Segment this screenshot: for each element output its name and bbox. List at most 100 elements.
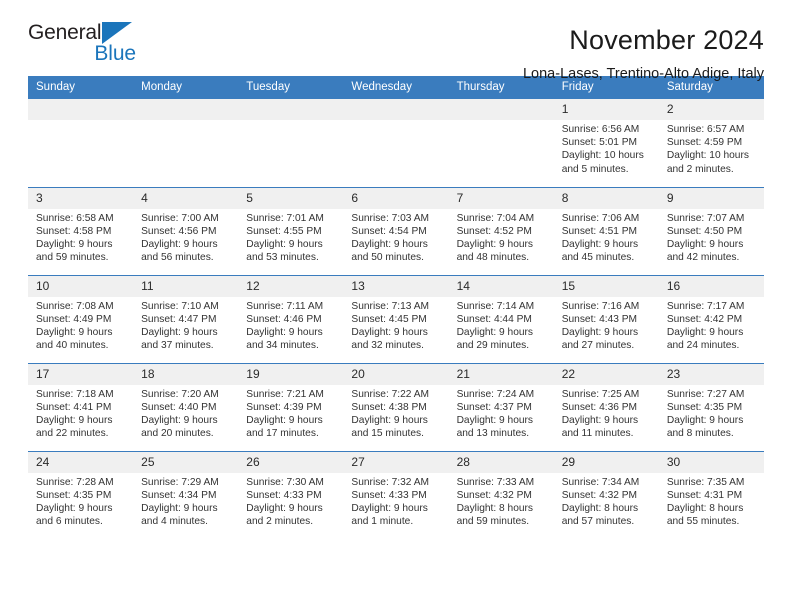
calendar-day-cell[interactable]: 16 Sunrise: 7:17 AM Sunset: 4:42 PM Dayligh…	[658, 274, 764, 363]
day-number	[28, 99, 134, 120]
calendar-day-cell[interactable]: 14 Sunrise: 7:14 AM Sunset: 4:44 PM Dayligh…	[448, 274, 554, 363]
sunset-text: Sunset: 4:33 PM	[246, 489, 322, 501]
daylight-text-line2: and 57 minutes.	[561, 516, 635, 528]
day-number: 18	[133, 363, 239, 385]
sunrise-text: Sunrise: 7:08 AM	[36, 300, 114, 312]
calendar-day-cell[interactable]: 5 Sunrise: 7:01 AM Sunset: 4:55 PM Daylight…	[238, 186, 344, 275]
daylight-text-line2: and 11 minutes.	[561, 428, 634, 440]
sunrise-text: Sunrise: 6:57 AM	[666, 124, 745, 135]
sunrise-text: Sunrise: 7:16 AM	[561, 300, 640, 312]
day-number: 29	[553, 451, 659, 473]
daylight-text-line1: Daylight: 9 hours	[36, 326, 113, 338]
sunset-text: Sunset: 4:35 PM	[666, 401, 743, 413]
calendar-day-cell[interactable]: 23 Sunrise: 7:27 AM Sunset: 4:35 PM Dayligh…	[658, 362, 764, 451]
calendar-day-cell[interactable]: 27 Sunrise: 7:32 AM Sunset: 4:33 PM Dayligh…	[343, 450, 449, 539]
day-number: 7	[448, 187, 554, 209]
day-number: 15	[553, 275, 659, 297]
calendar-week-row: 3 Sunrise: 6:58 AM Sunset: 4:58 PM Daylight…	[28, 186, 764, 275]
calendar-week-row: 1 Sunrise: 6:56 AM Sunset: 5:01 PM Daylight…	[28, 99, 764, 187]
day-details: Sunrise: 7:00 AM Sunset: 4:56 PM Daylight:…	[133, 209, 238, 265]
sunrise-text: Sunrise: 7:34 AM	[561, 476, 640, 488]
daylight-text-line2: and 55 minutes.	[666, 516, 740, 528]
calendar-day-cell[interactable]: 8 Sunrise: 7:06 AM Sunset: 4:51 PM Daylight…	[553, 186, 659, 275]
sunrise-text: Sunrise: 7:07 AM	[666, 212, 745, 224]
calendar-day-cell[interactable]: 15 Sunrise: 7:16 AM Sunset: 4:43 PM Dayligh…	[553, 274, 659, 363]
calendar-day-cell[interactable]: 22 Sunrise: 7:25 AM Sunset: 4:36 PM Dayligh…	[553, 362, 659, 451]
daylight-text-line1: Daylight: 9 hours	[246, 238, 323, 250]
daylight-text-line2: and 6 minutes.	[36, 516, 103, 528]
calendar-day-cell[interactable]: 11 Sunrise: 7:10 AM Sunset: 4:47 PM Dayligh…	[133, 274, 239, 363]
daylight-text-line1: Daylight: 8 hours	[561, 502, 639, 514]
daylight-text-line1: Daylight: 9 hours	[666, 238, 744, 250]
daylight-text-line2: and 15 minutes.	[351, 428, 424, 440]
day-number: 10	[28, 275, 134, 297]
calendar-day-cell[interactable]: 6 Sunrise: 7:03 AM Sunset: 4:54 PM Daylight…	[343, 186, 449, 275]
daylight-text-line1: Daylight: 9 hours	[666, 326, 744, 338]
calendar-day-cell[interactable]: 3 Sunrise: 6:58 AM Sunset: 4:58 PM Daylight…	[28, 186, 134, 275]
daylight-text-line2: and 24 minutes.	[666, 340, 740, 352]
daylight-text-line1: Daylight: 9 hours	[561, 414, 639, 426]
sunrise-text: Sunrise: 7:06 AM	[561, 212, 640, 224]
daylight-text-line1: Daylight: 9 hours	[36, 414, 113, 426]
day-details: Sunrise: 7:16 AM Sunset: 4:43 PM Daylight:…	[554, 297, 659, 353]
sunrise-text: Sunrise: 7:14 AM	[456, 300, 535, 312]
calendar-day-cell[interactable]: 12 Sunrise: 7:11 AM Sunset: 4:46 PM Dayligh…	[238, 274, 344, 363]
day-details: Sunrise: 6:56 AM Sunset: 5:01 PM Daylight:…	[554, 120, 659, 176]
daylight-text-line2: and 27 minutes.	[561, 340, 635, 352]
sunset-text: Sunset: 4:47 PM	[141, 313, 217, 325]
calendar-day-cell[interactable]: 9 Sunrise: 7:07 AM Sunset: 4:50 PM Daylight…	[658, 186, 764, 275]
page-title: November 2024	[569, 25, 764, 55]
calendar-day-cell[interactable]: 13 Sunrise: 7:13 AM Sunset: 4:45 PM Dayligh…	[343, 274, 449, 363]
calendar-week-row: 10 Sunrise: 7:08 AM Sunset: 4:49 PM Dayligh…	[28, 274, 764, 363]
day-details: Sunrise: 7:11 AM Sunset: 4:46 PM Daylight:…	[238, 297, 343, 353]
day-number	[343, 99, 449, 120]
calendar-day-cell[interactable]: 21 Sunrise: 7:24 AM Sunset: 4:37 PM Dayligh…	[448, 362, 554, 451]
page-subtitle: Lona-Lases, Trentino-Alto Adige, Italy	[522, 66, 764, 82]
day-details: Sunrise: 7:01 AM Sunset: 4:55 PM Daylight:…	[238, 209, 343, 265]
calendar-day-cell[interactable]: 25 Sunrise: 7:29 AM Sunset: 4:34 PM Dayligh…	[133, 450, 239, 539]
calendar-day-cell[interactable]: 18 Sunrise: 7:20 AM Sunset: 4:40 PM Dayligh…	[133, 362, 239, 451]
calendar-day-cell[interactable]: 19 Sunrise: 7:21 AM Sunset: 4:39 PM Dayligh…	[238, 362, 344, 451]
calendar-day-cell[interactable]: 29 Sunrise: 7:34 AM Sunset: 4:32 PM Dayligh…	[553, 450, 659, 539]
daylight-text-line1: Daylight: 9 hours	[456, 238, 534, 250]
calendar-day-cell[interactable]: 24 Sunrise: 7:28 AM Sunset: 4:35 PM Dayligh…	[28, 450, 134, 539]
calendar-body: 1 Sunrise: 6:56 AM Sunset: 5:01 PM Daylight…	[28, 99, 764, 539]
calendar-day-cell[interactable]: 26 Sunrise: 7:30 AM Sunset: 4:33 PM Dayligh…	[238, 450, 344, 539]
title-block: November 2024 Lona-Lases, Trentino-Alto …	[523, 22, 764, 84]
sunset-text: Sunset: 4:39 PM	[246, 401, 322, 413]
sunrise-text: Sunrise: 7:03 AM	[351, 212, 430, 224]
weekday-header-wednesday: Wednesday	[343, 76, 449, 99]
sunrise-text: Sunrise: 7:33 AM	[456, 476, 535, 488]
calendar-day-cell[interactable]: 20 Sunrise: 7:22 AM Sunset: 4:38 PM Dayligh…	[343, 362, 449, 451]
calendar-day-cell[interactable]: 2 Sunrise: 6:57 AM Sunset: 4:59 PM Daylight…	[658, 99, 764, 187]
sunset-text: Sunset: 4:56 PM	[141, 225, 217, 237]
day-number	[238, 99, 344, 120]
calendar-week-row: 24 Sunrise: 7:28 AM Sunset: 4:35 PM Dayligh…	[28, 450, 764, 539]
daylight-text-line1: Daylight: 10 hours	[561, 150, 644, 162]
sunset-text: Sunset: 4:54 PM	[351, 225, 427, 237]
day-details: Sunrise: 7:17 AM Sunset: 4:42 PM Daylight:…	[659, 297, 764, 353]
day-number: 6	[343, 187, 449, 209]
day-number: 17	[28, 363, 134, 385]
sunset-text: Sunset: 5:01 PM	[561, 137, 638, 149]
sunset-text: Sunset: 4:38 PM	[351, 401, 427, 413]
logo-text-general: General	[28, 21, 102, 44]
calendar-day-cell-empty	[343, 99, 449, 187]
daylight-text-line2: and 48 minutes.	[456, 252, 530, 264]
daylight-text-line2: and 40 minutes.	[36, 340, 109, 352]
calendar-day-cell[interactable]: 7 Sunrise: 7:04 AM Sunset: 4:52 PM Daylight…	[448, 186, 554, 275]
calendar-day-cell[interactable]: 28 Sunrise: 7:33 AM Sunset: 4:32 PM Dayligh…	[448, 450, 554, 539]
daylight-text-line2: and 37 minutes.	[141, 340, 214, 352]
sunrise-text: Sunrise: 6:56 AM	[561, 124, 640, 135]
sunrise-text: Sunrise: 7:29 AM	[141, 476, 219, 488]
calendar-day-cell[interactable]: 4 Sunrise: 7:00 AM Sunset: 4:56 PM Daylight…	[133, 186, 239, 275]
calendar-day-cell[interactable]: 30 Sunrise: 7:35 AM Sunset: 4:31 PM Dayligh…	[658, 450, 764, 539]
daylight-text-line1: Daylight: 9 hours	[561, 326, 639, 338]
calendar-day-cell[interactable]: 1 Sunrise: 6:56 AM Sunset: 5:01 PM Daylight…	[553, 99, 659, 187]
day-number: 5	[238, 187, 344, 209]
general-blue-logo[interactable]: General Blue	[28, 21, 148, 65]
sunrise-text: Sunrise: 7:20 AM	[141, 388, 219, 400]
sunrise-text: Sunrise: 7:17 AM	[666, 300, 745, 312]
calendar-day-cell[interactable]: 17 Sunrise: 7:18 AM Sunset: 4:41 PM Dayligh…	[28, 362, 134, 451]
calendar-day-cell[interactable]: 10 Sunrise: 7:08 AM Sunset: 4:49 PM Dayligh…	[28, 274, 134, 363]
